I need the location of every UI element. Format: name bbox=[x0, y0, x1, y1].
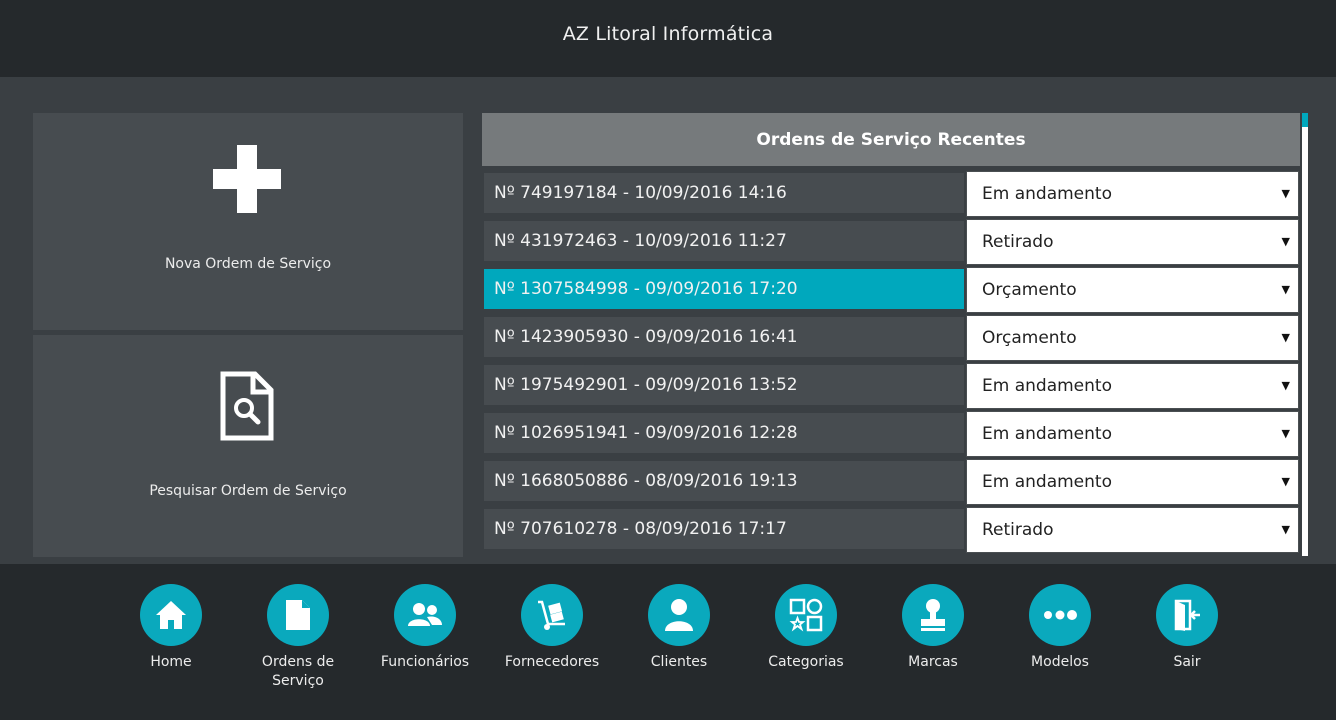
status-value: Em andamento bbox=[982, 472, 1112, 492]
categories-icon bbox=[775, 584, 837, 646]
order-row-selected: Nº 1307584998 - 09/09/2016 17:20 Orçamen… bbox=[482, 267, 1300, 313]
order-row: Nº 431972463 - 10/09/2016 11:27 Retirado… bbox=[482, 219, 1300, 265]
nav-employees[interactable]: Funcionários bbox=[370, 584, 480, 672]
scrollbar-track[interactable] bbox=[1302, 113, 1308, 556]
users-icon bbox=[394, 584, 456, 646]
status-value: Orçamento bbox=[982, 280, 1077, 300]
plus-icon bbox=[213, 145, 281, 213]
stamp-icon bbox=[902, 584, 964, 646]
nav-categories[interactable]: Categorias bbox=[751, 584, 861, 672]
user-icon bbox=[648, 584, 710, 646]
order-number[interactable]: Nº 1026951941 - 09/09/2016 12:28 bbox=[484, 413, 964, 453]
status-select[interactable]: Orçamento ▼ bbox=[966, 315, 1299, 361]
order-number[interactable]: Nº 1668050886 - 08/09/2016 19:13 bbox=[484, 461, 964, 501]
search-order-label: Pesquisar Ordem de Serviço bbox=[149, 483, 347, 499]
status-select[interactable]: Em andamento ▼ bbox=[966, 459, 1299, 505]
nav-orders[interactable]: Ordens de Serviço bbox=[243, 584, 353, 691]
order-number[interactable]: Nº 749197184 - 10/09/2016 14:16 bbox=[484, 173, 964, 213]
recent-orders-header: Ordens de Serviço Recentes bbox=[482, 113, 1300, 166]
status-select[interactable]: Orçamento ▼ bbox=[966, 267, 1299, 313]
nav-label: Modelos bbox=[1031, 654, 1089, 670]
exit-icon bbox=[1156, 584, 1218, 646]
scrollbar-thumb[interactable] bbox=[1302, 113, 1308, 127]
nav-label: Funcionários bbox=[380, 654, 470, 670]
chevron-down-icon: ▼ bbox=[1281, 187, 1290, 200]
status-select[interactable]: Retirado ▼ bbox=[966, 219, 1299, 265]
nav-label: Fornecedores bbox=[504, 654, 600, 670]
order-number[interactable]: Nº 1423905930 - 09/09/2016 16:41 bbox=[484, 317, 964, 357]
order-row: Nº 1668050886 - 08/09/2016 19:13 Em anda… bbox=[482, 459, 1300, 505]
status-value: Retirado bbox=[982, 520, 1054, 540]
nav-label: Sair bbox=[1173, 654, 1201, 670]
nav-models[interactable]: Modelos bbox=[1005, 584, 1115, 672]
chevron-down-icon: ▼ bbox=[1281, 475, 1290, 488]
nav-label: Ordens de Serviço bbox=[261, 654, 335, 689]
order-number[interactable]: Nº 431972463 - 10/09/2016 11:27 bbox=[484, 221, 964, 261]
nav-label: Categorias bbox=[768, 654, 844, 670]
order-number[interactable]: Nº 1307584998 - 09/09/2016 17:20 bbox=[484, 269, 964, 309]
nav-brands[interactable]: Marcas bbox=[878, 584, 988, 672]
recent-orders-panel: Ordens de Serviço Recentes Nº 749197184 … bbox=[482, 113, 1300, 556]
chevron-down-icon: ▼ bbox=[1281, 427, 1290, 440]
hand-truck-icon bbox=[521, 584, 583, 646]
nav-label: Marcas bbox=[908, 654, 958, 670]
order-row: Nº 707610278 - 08/09/2016 17:17 Retirado… bbox=[482, 507, 1300, 553]
status-value: Em andamento bbox=[982, 424, 1112, 444]
order-row: Nº 1975492901 - 09/09/2016 13:52 Em anda… bbox=[482, 363, 1300, 409]
status-select[interactable]: Em andamento ▼ bbox=[966, 411, 1299, 457]
nav-home[interactable]: Home bbox=[116, 584, 226, 672]
order-row: Nº 749197184 - 10/09/2016 14:16 Em andam… bbox=[482, 171, 1300, 217]
nav-clients[interactable]: Clientes bbox=[624, 584, 734, 672]
status-select[interactable]: Em andamento ▼ bbox=[966, 171, 1299, 217]
status-select[interactable]: Retirado ▼ bbox=[966, 507, 1299, 553]
order-row: Nº 1026951941 - 09/09/2016 12:28 Em anda… bbox=[482, 411, 1300, 457]
nav-suppliers[interactable]: Fornecedores bbox=[497, 584, 607, 672]
status-value: Orçamento bbox=[982, 328, 1077, 348]
new-order-tile[interactable]: Nova Ordem de Serviço bbox=[33, 113, 463, 330]
chevron-down-icon: ▼ bbox=[1281, 235, 1290, 248]
nav-label: Home bbox=[150, 654, 192, 670]
nav-label: Clientes bbox=[650, 654, 708, 670]
chevron-down-icon: ▼ bbox=[1281, 283, 1290, 296]
new-order-label: Nova Ordem de Serviço bbox=[164, 256, 332, 272]
status-value: Em andamento bbox=[982, 376, 1112, 396]
home-icon bbox=[140, 584, 202, 646]
chevron-down-icon: ▼ bbox=[1281, 523, 1290, 536]
dots-icon bbox=[1029, 584, 1091, 646]
search-order-tile[interactable]: Pesquisar Ordem de Serviço bbox=[33, 335, 463, 557]
status-value: Em andamento bbox=[982, 184, 1112, 204]
document-icon bbox=[267, 584, 329, 646]
top-bar: AZ Litoral Informática bbox=[0, 0, 1336, 77]
order-row: Nº 1423905930 - 09/09/2016 16:41 Orçamen… bbox=[482, 315, 1300, 361]
document-search-icon bbox=[220, 371, 274, 441]
status-select[interactable]: Em andamento ▼ bbox=[966, 363, 1299, 409]
status-value: Retirado bbox=[982, 232, 1054, 252]
chevron-down-icon: ▼ bbox=[1281, 331, 1290, 344]
order-number[interactable]: Nº 707610278 - 08/09/2016 17:17 bbox=[484, 509, 964, 549]
app-title: AZ Litoral Informática bbox=[562, 22, 774, 45]
chevron-down-icon: ▼ bbox=[1281, 379, 1290, 392]
bottom-nav: Home Ordens de Serviço Funcionários Forn… bbox=[0, 564, 1336, 720]
order-number[interactable]: Nº 1975492901 - 09/09/2016 13:52 bbox=[484, 365, 964, 405]
nav-exit[interactable]: Sair bbox=[1132, 584, 1242, 672]
